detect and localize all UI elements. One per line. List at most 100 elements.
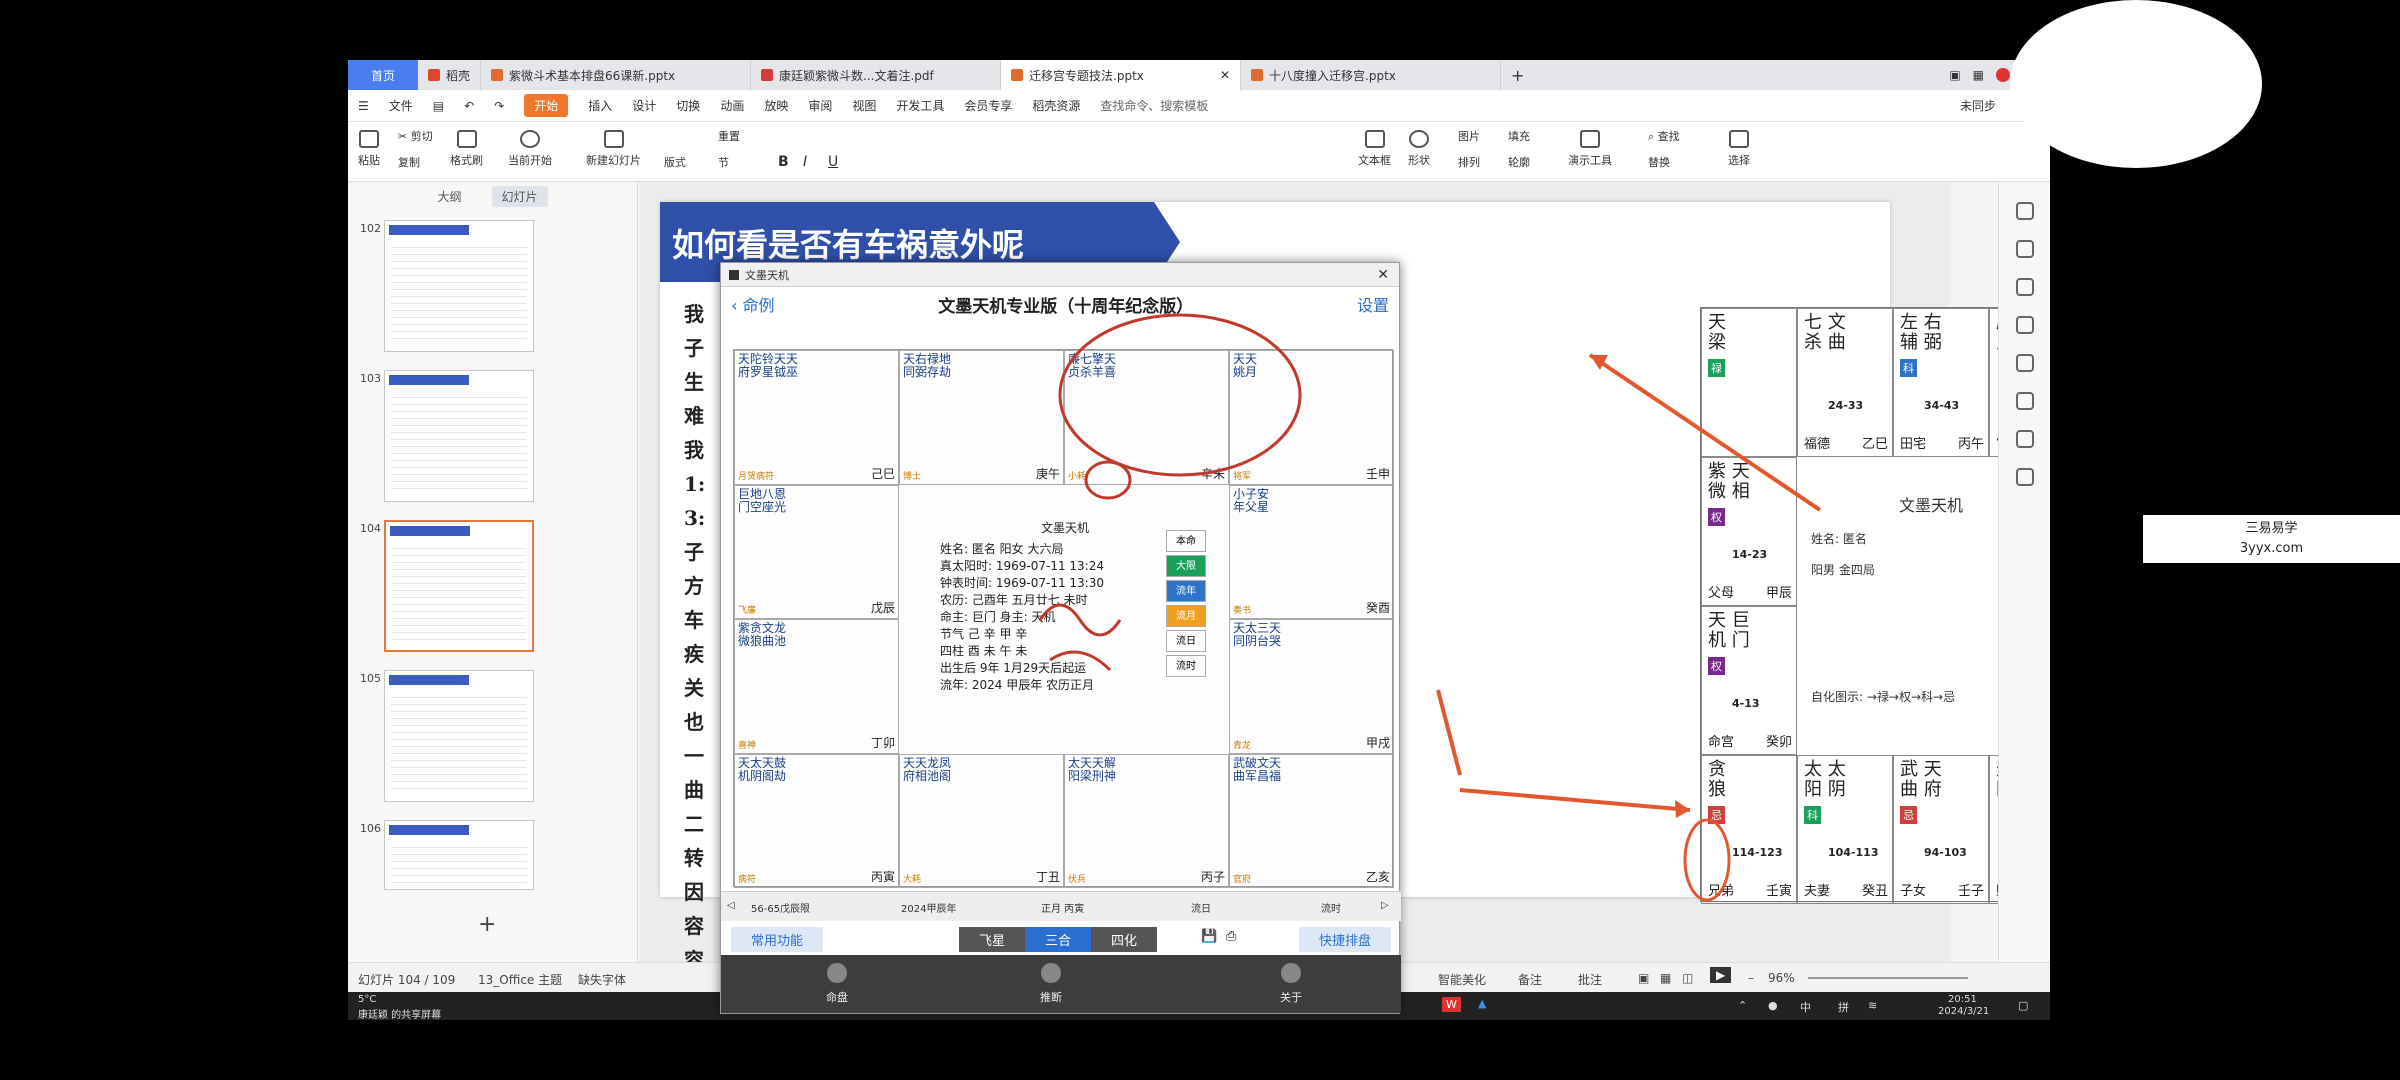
comment-button[interactable]: 批注 [1578, 971, 1602, 988]
pin-icon[interactable] [2015, 278, 2034, 296]
play-button[interactable]: 当前开始 [508, 130, 552, 168]
menu-review[interactable]: 审阅 [808, 97, 832, 114]
back-button[interactable]: ‹ 命例 [731, 292, 775, 316]
image-button[interactable]: 图片 [1458, 128, 1480, 144]
prev-icon[interactable]: ◁ [727, 900, 735, 911]
style-icon[interactable] [2015, 202, 2034, 220]
replace-button[interactable]: 替换 [1648, 154, 1670, 170]
chevron-up-icon[interactable]: ⌃ [1738, 999, 1747, 1012]
time-button[interactable]: 流年 [1166, 580, 1206, 602]
popup-palace-cell[interactable]: 太天天解 阳梁刑神 伏兵 丙子 [1064, 753, 1229, 888]
common-functions-button[interactable]: 常用功能 [731, 927, 824, 952]
box-icon[interactable] [2015, 468, 2034, 486]
share-icon[interactable] [2015, 392, 2034, 410]
popup-palace-cell[interactable]: 天太三天 同阴台哭 青龙 甲戌 [1229, 619, 1394, 754]
select-button[interactable]: 选择 [1728, 130, 1750, 168]
bold-button[interactable]: B [778, 154, 789, 170]
notes-button[interactable]: 备注 [1518, 971, 1542, 988]
avatar[interactable] [1996, 68, 2010, 82]
popup-palace-cell[interactable]: 小子安 年父星 奏书 癸酉 [1229, 484, 1394, 619]
tab-doc-2[interactable]: 康廷颖紫微斗数...文着注.pdf [751, 60, 1002, 90]
quick-chart-button[interactable]: 快捷排盘 [1298, 927, 1391, 952]
popup-palace-cell[interactable]: 紫贪文龙 微狼曲池 喜神 丁卯 [734, 619, 899, 754]
close-icon[interactable]: ✕ [1220, 68, 1230, 82]
slide-thumbnail[interactable] [384, 370, 534, 502]
add-slide-button[interactable]: + [478, 912, 496, 937]
popup-palace-cell[interactable]: 廉七擎天 贞杀羊喜 小耗 辛未 [1064, 350, 1229, 485]
time-button[interactable]: 流时 [1166, 655, 1206, 677]
undo-icon[interactable]: ↶ [464, 99, 474, 113]
help-icon[interactable] [2015, 354, 2034, 372]
textbox-button[interactable]: 文本框 [1358, 130, 1391, 168]
menu-dev[interactable]: 开发工具 [896, 97, 944, 114]
print-icon[interactable]: ⎙ [1226, 929, 1236, 944]
close-icon[interactable]: ✕ [1377, 267, 1389, 283]
tab-doc-4[interactable]: 十八度撞入迁移宫.pptx [1241, 60, 1502, 90]
nav-chart[interactable]: 命盘 [807, 989, 867, 1005]
grid-icon[interactable]: ▦ [1973, 68, 1984, 82]
nav-hour[interactable]: 流时 [1321, 900, 1341, 915]
cut-button[interactable]: ✂ 剪切 [398, 128, 433, 144]
wifi-icon[interactable]: ≋ [1868, 999, 1877, 1012]
tab-docer[interactable]: 稻壳 [418, 60, 482, 90]
settings-button[interactable]: 设置 [1357, 292, 1389, 316]
menu-start[interactable]: 开始 [524, 94, 569, 117]
paste-button[interactable]: 粘贴 [358, 130, 380, 168]
zoom-out-icon[interactable]: – [1748, 971, 1754, 985]
ime-mode[interactable]: 拼 [1838, 999, 1849, 1015]
time-button[interactable]: 大限 [1166, 555, 1206, 577]
location-icon[interactable] [2015, 430, 2034, 448]
beautify-button[interactable]: 智能美化 [1438, 971, 1486, 988]
format-painter-button[interactable]: 格式刷 [450, 130, 483, 168]
popup-palace-cell[interactable]: 天太天鼓 机阴阁劫 病符 丙寅 [734, 753, 899, 888]
slide-thumbnail[interactable] [384, 220, 534, 352]
copy-button[interactable]: 复制 [398, 154, 420, 170]
normal-view-icon[interactable]: ▣ [1638, 971, 1649, 985]
save-icon[interactable]: ▤ [433, 99, 444, 113]
mode-sihua[interactable]: 四化 [1091, 927, 1158, 952]
time-button[interactable]: 本命 [1166, 530, 1206, 552]
nav-about[interactable]: 关于 [1261, 989, 1321, 1005]
tab-home[interactable]: 首页 [348, 60, 418, 90]
shape-button[interactable]: 形状 [1408, 130, 1430, 168]
slide-thumbnail[interactable] [384, 820, 534, 890]
popup-palace-cell[interactable]: 巨地八恩 门空座光 飞廉 戊辰 [734, 484, 899, 619]
find-button[interactable]: ⌕ 查找 [1648, 128, 1680, 144]
copy-icon[interactable] [2015, 316, 2034, 334]
menu-view[interactable]: 视图 [852, 97, 876, 114]
arrange-button[interactable]: 排列 [1458, 154, 1480, 170]
slide-thumbnail[interactable] [384, 670, 534, 802]
tab-slides[interactable]: 幻灯片 [491, 185, 548, 207]
menu-design[interactable]: 设计 [632, 97, 656, 114]
wps-icon[interactable]: W [1442, 997, 1461, 1012]
missing-font-button[interactable]: 缺失字体 [578, 971, 626, 988]
italic-button[interactable]: I [803, 154, 807, 170]
nav-month[interactable]: 正月 丙寅 [1041, 900, 1084, 915]
nav-decade[interactable]: 56-65戊辰限 [751, 900, 810, 915]
menu-transition[interactable]: 切换 [676, 97, 700, 114]
layout-button[interactable]: 版式 [664, 154, 686, 170]
popup-palace-cell[interactable]: 天天龙凤 府相池阁 大耗 丁丑 [899, 753, 1064, 888]
tab-doc-1[interactable]: 紫微斗术基本排盘66课新.pptx [481, 60, 752, 90]
hamburger-icon[interactable]: ☰ [358, 99, 369, 113]
menu-slideshow[interactable]: 放映 [764, 97, 788, 114]
search-input[interactable]: 查找命令、搜索模板 [1100, 97, 1208, 114]
tools-button[interactable]: 演示工具 [1568, 130, 1612, 168]
mic-icon[interactable]: ● [1768, 999, 1778, 1012]
reset-button[interactable]: 重置 [718, 128, 740, 144]
save-icon[interactable]: 💾 [1201, 929, 1217, 944]
section-button[interactable]: 节 [718, 154, 729, 170]
popup-palace-cell[interactable]: 天陀铃天天 府罗星钺巫 月贺病符 己巳 [734, 350, 899, 485]
underline-button[interactable]: U [828, 154, 838, 170]
settings-icon[interactable] [2015, 240, 2034, 258]
notification-icon[interactable]: ▢ [2018, 999, 2028, 1012]
reading-view-icon[interactable]: ◫ [1682, 971, 1693, 985]
app-icon[interactable]: ▲ [1478, 997, 1486, 1010]
zoom-slider[interactable] [1808, 977, 1968, 979]
new-slide-button[interactable]: 新建幻灯片 [586, 130, 641, 168]
time-button[interactable]: 流月 [1166, 605, 1206, 627]
slide-thumbnail-selected[interactable] [384, 520, 534, 652]
time-button[interactable]: 流日 [1166, 630, 1206, 652]
mode-sanhe[interactable]: 三合 [1025, 927, 1092, 952]
nav-year[interactable]: 2024甲辰年 [901, 900, 956, 915]
